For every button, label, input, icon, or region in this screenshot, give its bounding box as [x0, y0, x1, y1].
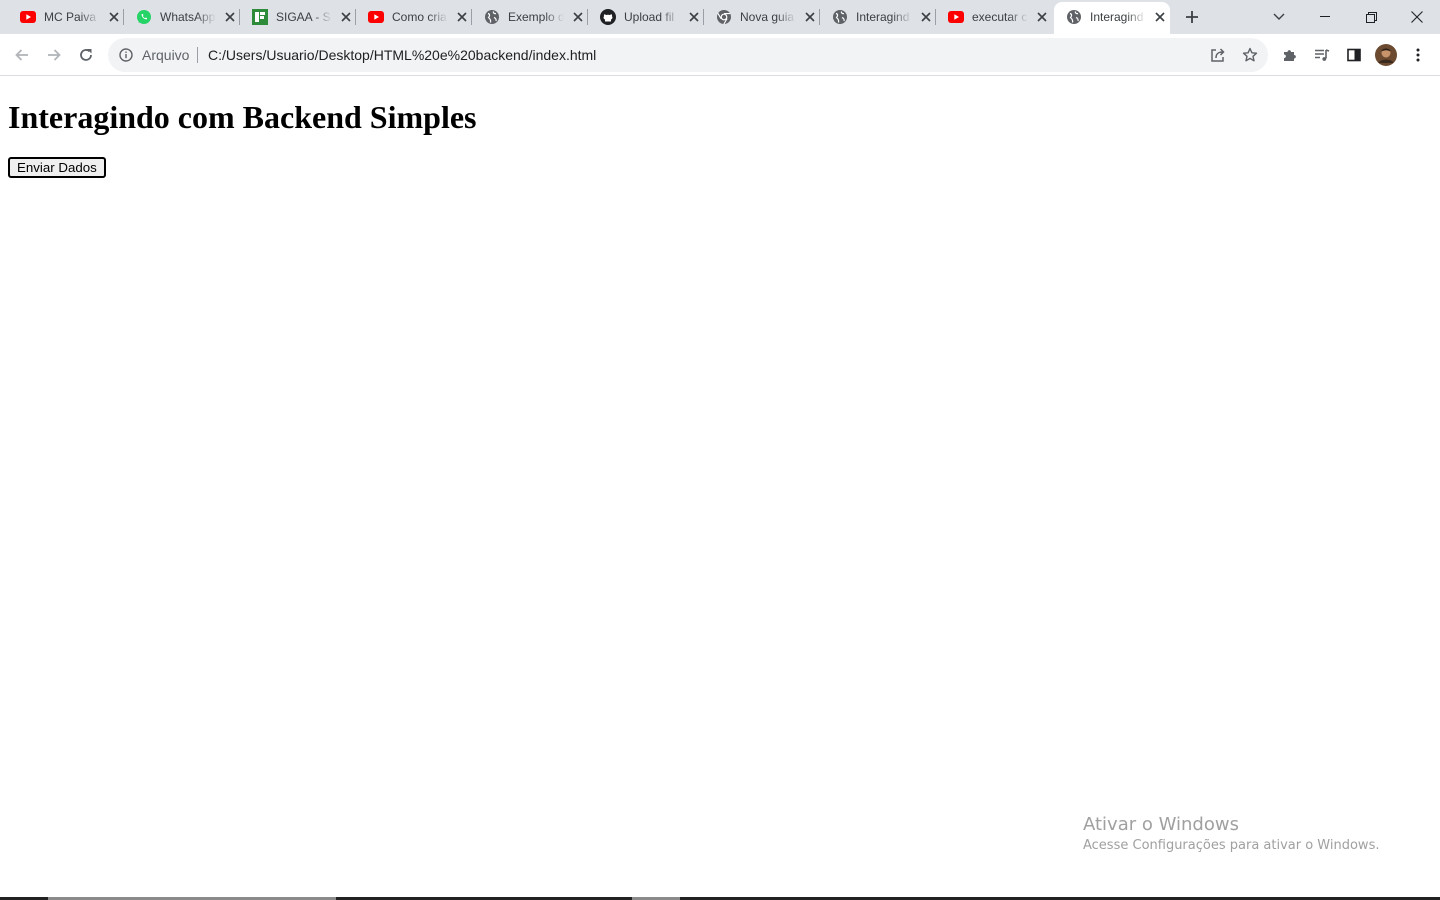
tab-2[interactable]: SIGAA - S [240, 0, 356, 34]
globe-icon [484, 9, 500, 25]
minimize-button[interactable] [1302, 0, 1348, 34]
tab-4[interactable]: Exemplo d [472, 0, 588, 34]
youtube-icon [948, 9, 964, 25]
profile-button[interactable] [1370, 39, 1402, 71]
tab-0[interactable]: MC Paiva [8, 0, 124, 34]
extensions-button[interactable] [1274, 39, 1306, 71]
forward-button[interactable] [38, 39, 70, 71]
media-button[interactable] [1306, 39, 1338, 71]
more-vertical-icon [1416, 48, 1420, 62]
arrow-left-icon [15, 49, 28, 61]
globe-icon [832, 9, 848, 25]
side-panel-button[interactable] [1338, 39, 1370, 71]
tab-3[interactable]: Como cria [356, 0, 472, 34]
windows-activation-watermark: Ativar o Windows Acesse Configurações pa… [1083, 814, 1379, 855]
close-icon[interactable] [802, 9, 818, 25]
tab-title: WhatsApp [160, 10, 216, 24]
tab-title: Como cria [392, 10, 447, 24]
close-icon[interactable] [570, 9, 586, 25]
send-data-button[interactable]: Enviar Dados [8, 157, 106, 178]
github-icon [600, 9, 616, 25]
url-text[interactable]: C:/Users/Usuario/Desktop/HTML%20e%20back… [208, 46, 596, 64]
watermark-subtitle: Acesse Configurações para ativar o Windo… [1083, 838, 1380, 853]
close-icon[interactable] [454, 9, 470, 25]
back-button[interactable] [6, 39, 38, 71]
tab-title: Interagind [856, 10, 910, 24]
page-title: Interagindo com Backend Simples [8, 99, 477, 135]
side-panel-icon [1347, 48, 1361, 62]
close-icon [1411, 11, 1423, 23]
new-tab-button[interactable] [1180, 5, 1204, 29]
tab-title: Upload fil [624, 10, 675, 24]
star-icon[interactable] [1238, 43, 1262, 67]
close-icon[interactable] [338, 9, 354, 25]
plus-icon [1186, 11, 1198, 23]
tab-1[interactable]: WhatsApp [124, 0, 240, 34]
close-icon[interactable] [1152, 9, 1168, 25]
youtube-icon [20, 9, 36, 25]
tab-strip: MC Paiva WhatsApp SIGAA - S Como cria Ex… [0, 0, 1440, 34]
playlist-icon [1315, 49, 1330, 61]
close-icon[interactable] [222, 9, 238, 25]
chevron-down-icon [1273, 13, 1285, 20]
puzzle-icon [1284, 50, 1296, 61]
tab-7[interactable]: Interagind [820, 0, 936, 34]
close-icon[interactable] [106, 9, 122, 25]
info-icon[interactable] [118, 47, 134, 63]
close-window-button[interactable] [1394, 0, 1440, 34]
tab-active[interactable]: Interagind [1054, 2, 1170, 34]
globe-icon [1066, 9, 1082, 25]
reload-button[interactable] [70, 39, 102, 71]
menu-button[interactable] [1402, 39, 1434, 71]
restore-icon [1365, 11, 1377, 23]
chrome-icon [716, 9, 732, 25]
share-icon[interactable] [1206, 43, 1230, 67]
watermark-title: Ativar o Windows [1083, 814, 1239, 835]
close-icon[interactable] [686, 9, 702, 25]
divider [197, 47, 198, 63]
address-bar[interactable]: Arquivo C:/Users/Usuario/Desktop/HTML%20… [108, 38, 1268, 72]
close-icon[interactable] [918, 9, 934, 25]
security-chip[interactable]: Arquivo [142, 46, 189, 64]
reload-icon [80, 49, 92, 61]
avatar [1375, 44, 1397, 66]
arrow-right-icon [48, 49, 61, 61]
tab-8[interactable]: executar c [936, 0, 1052, 34]
tab-title: Interagind [1090, 10, 1144, 24]
sigaa-icon [252, 9, 268, 25]
tab-title: Exemplo d [508, 10, 564, 24]
tab-title: executar c [972, 10, 1028, 24]
youtube-icon [368, 9, 384, 25]
minimize-icon [1320, 16, 1330, 17]
whatsapp-icon [136, 9, 152, 25]
close-icon[interactable] [1034, 9, 1050, 25]
tab-search-button[interactable] [1256, 0, 1302, 34]
tab-6[interactable]: Nova guia [704, 0, 820, 34]
tab-title: MC Paiva [44, 10, 97, 24]
restore-button[interactable] [1348, 0, 1394, 34]
tab-5[interactable]: Upload fil [588, 0, 704, 34]
tab-title: SIGAA - S [276, 10, 331, 24]
tab-title: Nova guia [740, 10, 795, 24]
